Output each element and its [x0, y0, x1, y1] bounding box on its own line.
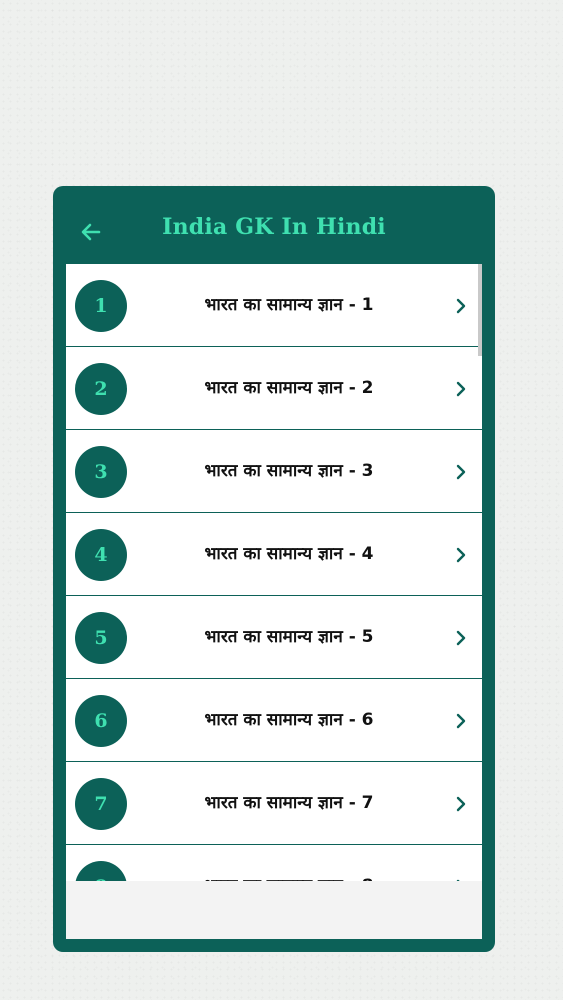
item-number-badge: 2 — [75, 363, 127, 415]
chevron-right-icon — [456, 713, 466, 729]
chevron-right-icon — [456, 796, 466, 812]
list-item[interactable]: 5 भारत का सामान्य ज्ञान - 5 — [66, 596, 482, 679]
item-label: भारत का सामान्य ज्ञान - 5 — [204, 627, 374, 647]
list-item[interactable]: 1 भारत का सामान्य ज्ञान - 1 — [66, 264, 482, 347]
list-item[interactable]: 2 भारत का सामान्य ज्ञान - 2 — [66, 347, 482, 430]
item-label: भारत का सामान्य ज्ञान - 7 — [204, 793, 374, 813]
list-item[interactable]: 4 भारत का सामान्य ज्ञान - 4 — [66, 513, 482, 596]
item-number-badge: 4 — [75, 529, 127, 581]
item-label: भारत का सामान्य ज्ञान - 2 — [204, 378, 374, 398]
toolbar: India GK In Hindi — [53, 186, 495, 264]
item-number-badge: 6 — [75, 695, 127, 747]
item-number-badge: 8 — [75, 861, 127, 881]
bottom-area — [66, 881, 482, 939]
app-frame: India GK In Hindi 1 भारत का सामान्य ज्ञा… — [53, 186, 495, 952]
list-item[interactable]: 8 भारत का सामान्य ज्ञान - 8 — [66, 845, 482, 881]
item-label: भारत का सामान्य ज्ञान - 1 — [204, 295, 374, 315]
item-label: भारत का सामान्य ज्ञान - 4 — [204, 544, 374, 564]
scrollbar[interactable] — [478, 264, 482, 356]
chevron-right-icon — [456, 630, 466, 646]
list-item[interactable]: 6 भारत का सामान्य ज्ञान - 6 — [66, 679, 482, 762]
list-item[interactable]: 3 भारत का सामान्य ज्ञान - 3 — [66, 430, 482, 513]
item-number-badge: 5 — [75, 612, 127, 664]
page-title: India GK In Hindi — [162, 214, 386, 240]
item-label: भारत का सामान्य ज्ञान - 3 — [204, 461, 374, 481]
item-label: भारत का सामान्य ज्ञान - 8 — [136, 873, 442, 881]
chevron-right-icon — [456, 298, 466, 314]
list-item[interactable]: 7 भारत का सामान्य ज्ञान - 7 — [66, 762, 482, 845]
topic-list[interactable]: 1 भारत का सामान्य ज्ञान - 1 2 भारत का सा… — [66, 264, 482, 881]
item-number-badge: 3 — [75, 446, 127, 498]
chevron-right-icon — [456, 547, 466, 563]
chevron-right-icon — [456, 464, 466, 480]
item-number-badge: 7 — [75, 778, 127, 830]
item-label: भारत का सामान्य ज्ञान - 6 — [204, 710, 374, 730]
list-container: 1 भारत का सामान्य ज्ञान - 1 2 भारत का सा… — [66, 264, 482, 939]
chevron-right-icon — [456, 381, 466, 397]
item-number-badge: 1 — [75, 280, 127, 332]
